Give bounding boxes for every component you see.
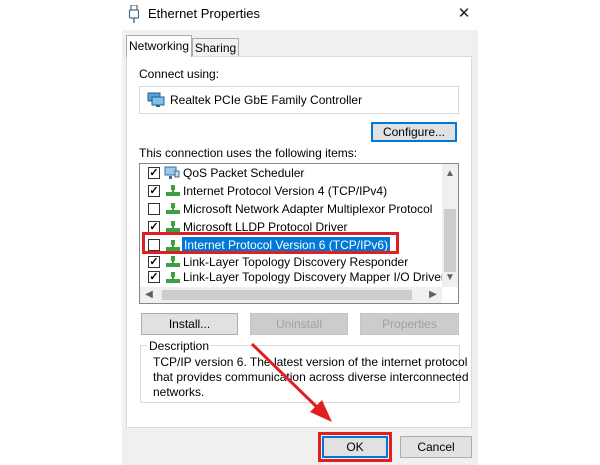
list-item[interactable]: Microsoft Network Adapter Multiplexor Pr… <box>140 200 442 219</box>
ok-highlight-box <box>318 432 392 462</box>
item-label: Internet Protocol Version 4 (TCP/IPv4) <box>183 184 388 198</box>
highlight-box <box>142 232 399 254</box>
connect-using-label: Connect using: <box>139 67 220 81</box>
protocol-icon <box>166 185 180 197</box>
qos-scheduler-icon <box>164 166 180 179</box>
close-icon[interactable]: ✕ <box>450 4 478 24</box>
item-checkbox[interactable] <box>148 203 160 215</box>
items-label: This connection uses the following items… <box>139 146 358 160</box>
item-label: Microsoft Network Adapter Multiplexor Pr… <box>183 202 433 216</box>
annotation-arrow <box>250 342 332 422</box>
tab-sharing[interactable]: Sharing <box>192 38 239 57</box>
vertical-scroll-thumb[interactable] <box>444 209 456 272</box>
item-label: Link-Layer Topology Discovery Mapper I/O… <box>183 270 445 284</box>
protocol-icon <box>166 272 180 284</box>
item-label: QoS Packet Scheduler <box>183 166 305 180</box>
adapter-field: Realtek PCIe GbE Family Controller <box>139 86 459 114</box>
protocol-icon <box>166 256 180 268</box>
horizontal-scroll-thumb[interactable] <box>162 290 412 300</box>
description-line-3: networks. <box>153 385 205 399</box>
ethernet-icon <box>128 4 140 23</box>
list-item[interactable]: ✓ Link-Layer Topology Discovery Mapper I… <box>140 269 445 287</box>
protocol-icon <box>166 203 180 215</box>
window-title: Ethernet Properties <box>148 6 261 21</box>
properties-button[interactable]: Properties <box>360 313 459 335</box>
uninstall-button[interactable]: Uninstall <box>250 313 348 335</box>
list-item[interactable]: ✓ QoS Packet Scheduler <box>140 164 442 183</box>
list-item[interactable]: ✓ Internet Protocol Version 4 (TCP/IPv4) <box>140 182 442 201</box>
item-checkbox[interactable]: ✓ <box>148 185 160 197</box>
scroll-right-icon[interactable]: ▶ <box>427 289 439 301</box>
description-label: Description <box>147 339 212 353</box>
install-button[interactable]: Install... <box>141 313 238 335</box>
cancel-button[interactable]: Cancel <box>400 436 472 458</box>
scroll-up-icon[interactable]: ▲ <box>444 168 456 180</box>
scroll-down-icon[interactable]: ▼ <box>444 272 456 284</box>
tab-networking[interactable]: Networking <box>126 35 192 57</box>
network-adapter-icon <box>147 92 165 108</box>
scroll-left-icon[interactable]: ◀ <box>143 289 155 301</box>
item-checkbox[interactable]: ✓ <box>148 167 160 179</box>
adapter-name: Realtek PCIe GbE Family Controller <box>170 93 363 107</box>
item-checkbox[interactable]: ✓ <box>148 256 160 268</box>
item-checkbox[interactable]: ✓ <box>148 271 160 283</box>
configure-button[interactable]: Configure... <box>371 122 457 142</box>
